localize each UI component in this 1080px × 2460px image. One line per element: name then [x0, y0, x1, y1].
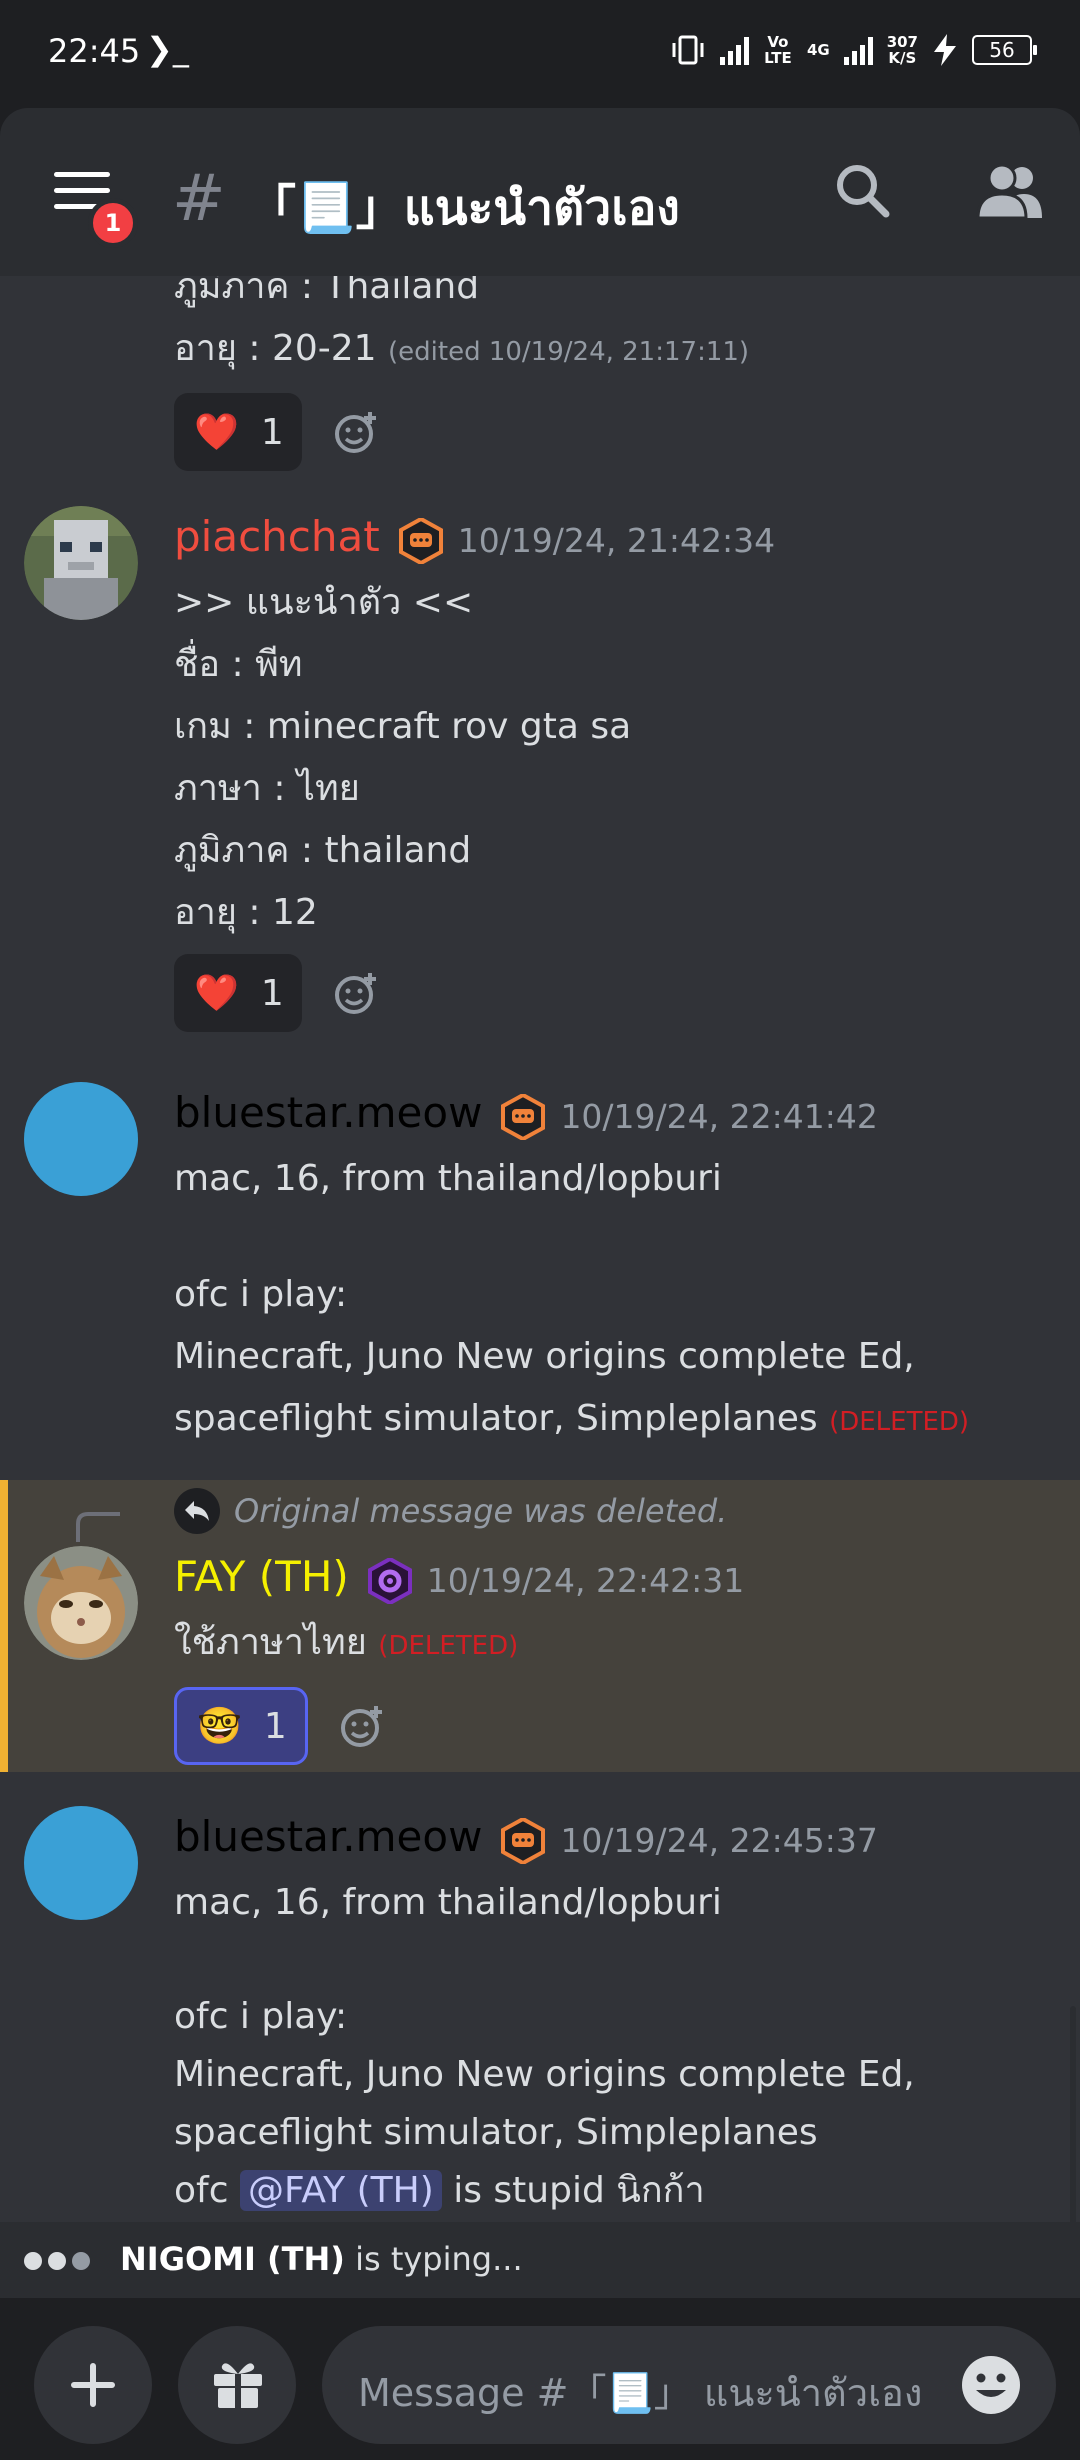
message-line: spaceflight simulator, Simpleplanes (DEL… [174, 1388, 1060, 1453]
notification-badge: 1 [88, 198, 138, 248]
message-line: Minecraft, Juno New origins complete Ed, [174, 2054, 915, 2095]
message-line: >> แนะนำตัว << [174, 582, 474, 623]
gift-button[interactable] [178, 2326, 296, 2444]
reply-icon [174, 1488, 220, 1534]
message-line: mac, 16, from thailand/lopburi [174, 1882, 722, 1923]
typing-label: is typing... [344, 2240, 523, 2278]
members-icon[interactable] [974, 160, 1044, 220]
username[interactable]: FAY (TH) [174, 1552, 349, 1601]
emoji-icon[interactable] [960, 2354, 1022, 2416]
avatar[interactable] [24, 1806, 138, 1920]
message-line: ofc @FAY (TH) is stupid นิกก้า [174, 2162, 1060, 2220]
plus-icon [71, 2363, 115, 2407]
message-line: ใช้ภาษาไทย (DELETED) [174, 1612, 1060, 1677]
avatar[interactable] [24, 506, 138, 620]
add-reaction-icon[interactable] [334, 410, 378, 454]
message-line: mac, 16, from thailand/lopburi [174, 1158, 722, 1199]
message-composer: Message #「📃」 แนะนำตัวเอง [0, 2298, 1080, 2460]
edited-tag: (edited 10/19/24, 21:17:11) [388, 337, 750, 367]
reaction-emoji: ❤️ [194, 412, 239, 453]
add-reaction-icon[interactable] [334, 971, 378, 1015]
timestamp: 10/19/24, 22:42:31 [426, 1561, 745, 1600]
battery-icon: 56 [972, 35, 1037, 65]
message-line: ofc i play: [174, 1996, 348, 2037]
message-line: อายุ : 12 [174, 892, 318, 933]
vibrate-icon [672, 35, 704, 65]
volte-label: Vo LTE [764, 33, 792, 67]
add-reaction-icon[interactable] [340, 1704, 384, 1748]
terminal-icon: ❯_ [146, 30, 189, 68]
reply-text: Original message was deleted. [234, 1492, 728, 1530]
message-line: spaceflight simulator, Simpleplanes [174, 2112, 818, 2153]
message-line: ofc i play: [174, 1274, 348, 1315]
message-line-text: อายุ : 20-21 [174, 328, 377, 369]
user-mention[interactable]: @FAY (TH) [239, 2170, 442, 2211]
typing-dots-icon [24, 2252, 90, 2270]
reply-spine [76, 1512, 120, 1542]
timestamp: 10/19/24, 21:42:34 [457, 521, 776, 560]
search-icon[interactable] [832, 160, 892, 220]
message-line: ภูมิภาค : Thailand [174, 276, 480, 307]
message-line-text: ใช้ภาษาไทย [174, 1622, 367, 1663]
signal-icon-2 [843, 35, 873, 65]
signal-icon [719, 35, 749, 65]
username[interactable]: bluestar.meow [174, 1812, 482, 1861]
net-speed-value: 307 [886, 33, 918, 51]
reply-preview[interactable]: Original message was deleted. [174, 1488, 727, 1534]
message-line [174, 1210, 1060, 1264]
message-input[interactable]: Message #「📃」 แนะนำตัวเอง [322, 2326, 1056, 2444]
avatar[interactable] [24, 1546, 138, 1660]
role-icon [501, 1094, 546, 1140]
timestamp: 10/19/24, 22:41:42 [560, 1097, 878, 1136]
hash-icon: # [172, 162, 226, 236]
message-line: เกม : minecraft rov gta sa [174, 706, 632, 747]
deleted-tag: (DELETED) [378, 1631, 519, 1661]
message-line: ภูมิภาค : thailand [174, 830, 472, 871]
username[interactable]: bluestar.meow [174, 1088, 482, 1137]
reaction-count: 1 [260, 411, 284, 453]
timestamp: 10/19/24, 22:45:37 [560, 1821, 878, 1860]
message-line: ชื่อ : พีท [174, 644, 303, 685]
reaction-nerd[interactable]: 🤓 1 [174, 1687, 308, 1765]
reaction-heart[interactable]: ❤️ 1 [174, 393, 302, 471]
message-line: อายุ : 20-21 (edited 10/19/24, 21:17:11) [174, 318, 1060, 383]
message-list[interactable]: ภูมิภาค : Thailand อายุ : 20-21 (edited … [0, 276, 1080, 2222]
reaction-heart[interactable]: ❤️ 1 [174, 954, 302, 1032]
channel-title[interactable]: 「📃」แนะนำตัวเอง [248, 168, 680, 246]
message-line [174, 1934, 1060, 1988]
attach-button[interactable] [34, 2326, 152, 2444]
reaction-count: 1 [263, 1705, 287, 1747]
status-bar: 22:45 ❯_ Vo LTE 4G 307 K/S 56 [0, 0, 1080, 108]
typing-user: NIGOMI (TH) [120, 2240, 345, 2278]
network-label: 4G [806, 41, 830, 59]
role-icon [398, 518, 443, 564]
net-speed: 307 K/S [887, 34, 918, 66]
channel-header: 1 # 「📃」แนะนำตัวเอง [0, 108, 1080, 276]
status-time: 22:45 [48, 32, 141, 70]
reaction-emoji: 🤓 [197, 1706, 242, 1747]
deleted-tag: (DELETED) [829, 1407, 970, 1437]
message-line-prefix: ofc [174, 2170, 240, 2211]
message-input-placeholder: Message #「📃」 แนะนำตัวเอง [358, 2371, 923, 2415]
typing-indicator: NIGOMI (TH) is typing... [0, 2222, 1080, 2298]
net-speed-unit: K/S [888, 49, 917, 67]
reaction-emoji: ❤️ [194, 973, 239, 1014]
username[interactable]: piachchat [174, 512, 380, 561]
message-line: Minecraft, Juno New origins complete Ed, [174, 1336, 915, 1377]
message-line-suffix: is stupid นิกก้า [441, 2170, 705, 2211]
charging-icon [934, 34, 956, 66]
avatar[interactable] [24, 1082, 138, 1196]
role-icon [367, 1558, 412, 1604]
message-line-text: spaceflight simulator, Simpleplanes [174, 1398, 818, 1439]
gift-icon [214, 2363, 262, 2408]
role-icon [501, 1818, 546, 1864]
reaction-count: 1 [260, 972, 284, 1014]
scrollbar[interactable] [1070, 2006, 1076, 2222]
message-line: ภาษา : ไทย [174, 768, 360, 809]
